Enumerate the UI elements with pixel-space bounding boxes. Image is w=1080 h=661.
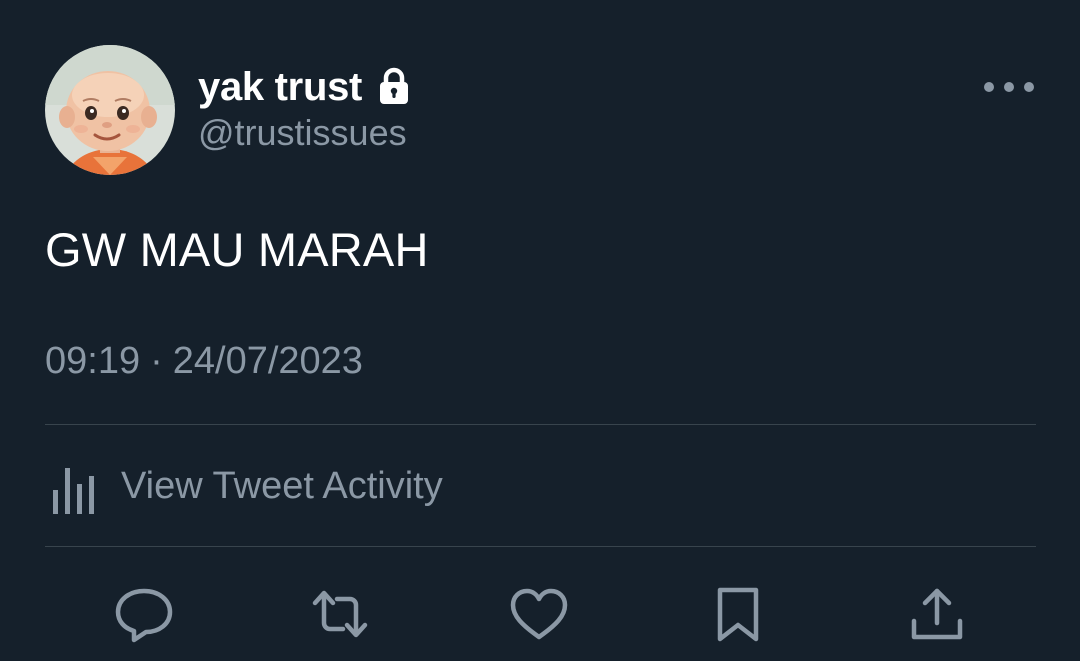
divider (45, 546, 1036, 547)
tweet-text: GW MAU MARAH (45, 223, 429, 276)
view-tweet-activity-button[interactable]: View Tweet Activity (45, 450, 443, 522)
timestamp-separator: · (150, 340, 163, 382)
tweet-detail: yak trust @trustissues GW MAU MARAH 09:1… (0, 0, 1080, 661)
heart-icon (510, 588, 568, 640)
tweet-date[interactable]: 24/07/2023 (173, 340, 363, 383)
avatar[interactable] (45, 45, 175, 175)
display-name[interactable]: yak trust (198, 65, 362, 110)
retweet-icon (312, 590, 368, 638)
bookmark-icon (717, 587, 759, 642)
divider (45, 424, 1036, 425)
avatar-image (45, 45, 175, 175)
user-handle[interactable]: @trustissues (198, 112, 407, 154)
view-tweet-activity-label: View Tweet Activity (121, 464, 443, 507)
bookmark-button[interactable] (704, 580, 772, 648)
retweet-button[interactable] (306, 580, 374, 648)
more-icon[interactable] (980, 72, 1038, 102)
tweet-time[interactable]: 09:19 (45, 340, 140, 383)
tweet-timestamp: 09:19 · 24/07/2023 (45, 340, 363, 383)
lock-icon (378, 67, 410, 107)
like-button[interactable] (505, 580, 573, 648)
share-icon (911, 588, 963, 640)
author-name-row: yak trust (198, 62, 410, 112)
reply-button[interactable] (110, 580, 178, 648)
share-button[interactable] (903, 580, 971, 648)
reply-icon (115, 588, 173, 643)
bar-chart-icon (45, 456, 105, 516)
